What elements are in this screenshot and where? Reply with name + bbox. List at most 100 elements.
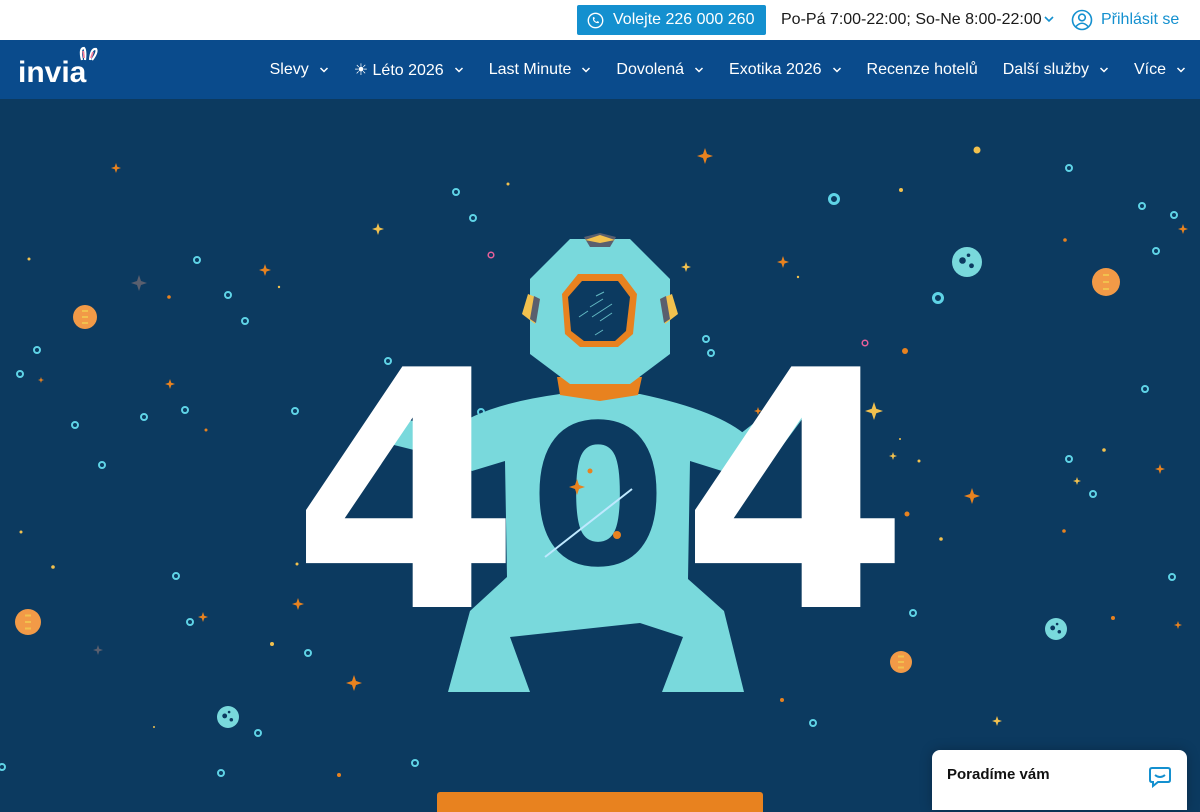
- dot-star: [27, 257, 31, 261]
- ring-star: [469, 214, 477, 222]
- ring-star: [254, 729, 262, 737]
- nav-item-last-minute[interactable]: Last Minute: [489, 61, 592, 79]
- ring-star: [16, 370, 24, 378]
- ring-star: [217, 769, 225, 777]
- invia-logo[interactable]: invia: [18, 46, 110, 92]
- ring-star: [140, 413, 148, 421]
- nav-item-exotika[interactable]: Exotika 2026: [729, 61, 842, 79]
- back-home-button[interactable]: [437, 792, 763, 812]
- ring-star: [1065, 164, 1073, 172]
- nav-item-leto[interactable]: ☀ Léto 2026: [354, 60, 464, 80]
- nav-item-label: Více: [1133, 60, 1166, 78]
- ring-star: [909, 609, 917, 617]
- dot-star: [796, 275, 800, 279]
- dot-star: [1111, 616, 1115, 620]
- phone-icon: [587, 12, 604, 28]
- chevron-down-icon[interactable]: [1043, 13, 1055, 25]
- chevron-down-icon: [319, 66, 328, 73]
- chevron-down-icon: [1099, 66, 1109, 73]
- moon-crater: [1055, 622, 1059, 626]
- ring-star: [452, 188, 460, 196]
- moon-crater: [959, 257, 966, 264]
- moon-planet: [1045, 618, 1067, 640]
- nav-menu: Slevy ☀ Léto 2026 Last Minute Dovolená E…: [245, 40, 1186, 99]
- dot-star: [506, 182, 510, 186]
- nav-item-label: Další služby: [1002, 60, 1089, 78]
- nav-item-label: Last Minute: [488, 60, 572, 78]
- nav-item-slevy[interactable]: Slevy: [270, 61, 329, 79]
- moon-planet: [217, 706, 239, 728]
- dot-star: [270, 642, 274, 646]
- ring-star: [172, 572, 180, 580]
- nav-item-vice[interactable]: Více: [1134, 61, 1186, 79]
- nav-item-recenze[interactable]: Recenze hotelů: [867, 61, 978, 79]
- dot-star: [19, 530, 23, 534]
- nav-item-dalsi-sluzby[interactable]: Další služby: [1003, 61, 1109, 79]
- ring-star: [809, 719, 817, 727]
- ring-star: [181, 406, 189, 414]
- nav-item-label: Slevy: [269, 60, 309, 78]
- chevron-down-icon: [832, 66, 841, 73]
- ring-star: [33, 346, 41, 354]
- call-button-label: Volejte 226 000 260: [613, 11, 755, 28]
- sparkle-star: [259, 264, 271, 276]
- ring-star: [186, 618, 194, 626]
- ring-star: [224, 291, 232, 299]
- chat-bubble-icon[interactable]: [1148, 764, 1172, 788]
- dot-star: [204, 428, 208, 432]
- nav-item-dovolena[interactable]: Dovolená: [616, 61, 704, 79]
- ring-star: [1168, 573, 1176, 581]
- opening-hours: Po-Pá 7:00-22:00; So-Ne 8:00-22:00: [781, 11, 1042, 28]
- dot-star: [167, 295, 171, 299]
- main-navigation: invia Slevy ☀ Léto 2026 Last Minute Dovo…: [0, 40, 1200, 99]
- dot-star: [1102, 448, 1106, 452]
- moon-crater: [222, 713, 228, 719]
- chevron-down-icon: [582, 66, 591, 73]
- dot-star: [973, 146, 981, 154]
- sparkle-star: [111, 163, 121, 173]
- error-digit-right: 4: [680, 301, 910, 685]
- ring-star: [1141, 385, 1149, 393]
- sparkle-star: [697, 148, 713, 164]
- ring-star: [1089, 490, 1097, 498]
- sparkle-star: [165, 379, 175, 389]
- error-404-illustration: 4 0 4: [0, 99, 1200, 800]
- ring-star: [193, 256, 201, 264]
- sparkle-star: [198, 612, 208, 622]
- moon-crater: [229, 717, 234, 722]
- dot-star: [153, 726, 155, 728]
- login-link[interactable]: Přihlásit se: [1071, 9, 1179, 31]
- space-scene: 4 0 4: [0, 146, 1188, 777]
- user-icon: [1071, 9, 1093, 31]
- sparkle-star: [1155, 464, 1165, 474]
- ring-star: [411, 759, 419, 767]
- ring-star: [932, 292, 944, 304]
- error-digit-zero: 0: [530, 383, 666, 610]
- dot-star: [1062, 529, 1066, 533]
- sparkle-star: [131, 275, 147, 291]
- ring-star: [1065, 455, 1073, 463]
- chat-label: Poradíme vám: [947, 766, 1050, 783]
- sparkle-star: [38, 377, 44, 383]
- dot-star: [917, 459, 921, 463]
- dot-star: [939, 537, 943, 541]
- moon-planet: [952, 247, 982, 277]
- sparkle-star: [964, 488, 980, 504]
- dot-star: [51, 565, 55, 569]
- nav-item-label: Dovolená: [616, 60, 685, 78]
- sparkle-star: [777, 256, 789, 268]
- ring-star: [241, 317, 249, 325]
- moon-crater: [227, 710, 231, 714]
- ring-star: [1152, 247, 1160, 255]
- sparkle-star: [1174, 621, 1182, 629]
- chat-widget[interactable]: Poradíme vám: [932, 750, 1187, 810]
- chevron-down-icon: [1176, 66, 1186, 73]
- dot-star: [1063, 238, 1067, 242]
- call-button[interactable]: Volejte 226 000 260: [577, 5, 766, 35]
- dot-star: [337, 773, 341, 777]
- top-bar: Volejte 226 000 260 Po-Pá 7:00-22:00; So…: [0, 0, 1200, 40]
- logo-wordmark: invia: [18, 56, 87, 89]
- ring-star: [71, 421, 79, 429]
- ring-star: [0, 763, 6, 771]
- moon-crater: [1057, 629, 1062, 634]
